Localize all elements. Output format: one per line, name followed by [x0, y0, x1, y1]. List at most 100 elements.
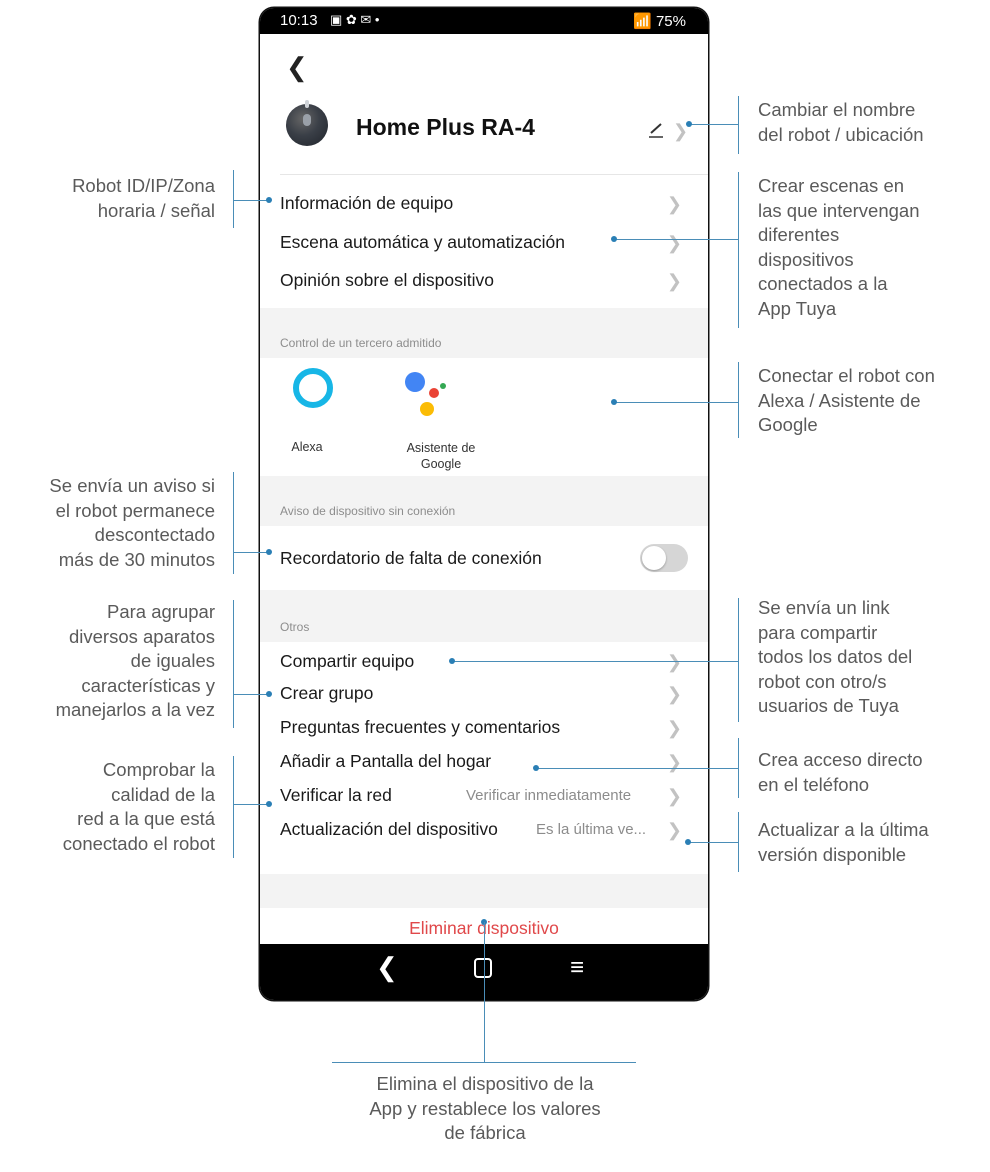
- callout-line: App Tuya: [758, 297, 837, 319]
- callout-line: App y restablece los valores: [369, 1097, 601, 1119]
- callout-delete: Elimina el dispositivo de la App y resta…: [310, 1072, 660, 1146]
- callout-line: descontectado: [94, 524, 215, 545]
- chevron-right-icon: ❯: [666, 718, 682, 738]
- callout-bracket: [738, 362, 739, 438]
- row-label: Recordatorio de falta de conexión: [280, 548, 542, 568]
- callout-leader: [536, 768, 738, 769]
- google-assistant-icon: [405, 372, 446, 416]
- row-label: Actualización del dispositivo: [280, 819, 498, 839]
- callout-line: Crea acceso directo: [758, 749, 923, 770]
- callout-bracket: [233, 756, 234, 858]
- callout-bracket: [738, 598, 739, 722]
- chevron-right-icon: ❯: [666, 684, 682, 704]
- callout-dot: [266, 197, 272, 203]
- callout-line: el robot permanece: [55, 499, 215, 521]
- callout-leader: [614, 239, 738, 240]
- alexa-tile[interactable]: Alexa: [260, 368, 370, 458]
- row-label: Preguntas frecuentes y comentarios: [280, 717, 561, 737]
- chevron-right-icon: ❯: [666, 786, 682, 806]
- nav-back-icon[interactable]: ❮: [376, 954, 398, 980]
- callout-line: Google: [758, 414, 818, 435]
- callout-line: manejarlos a la vez: [55, 699, 215, 720]
- edit-pencil-icon[interactable]: [648, 120, 664, 138]
- nav-recents-icon[interactable]: ≡: [570, 956, 584, 980]
- callout-dot: [266, 691, 272, 697]
- callout-dot: [266, 801, 272, 807]
- callout-leader: [688, 842, 738, 843]
- callout-dot: [611, 236, 617, 242]
- offline-section: Recordatorio de falta de conexión: [260, 526, 708, 590]
- status-bar: 10:13 ▣ ✿ ✉ • 📶 75%: [260, 8, 708, 34]
- nav-home-icon[interactable]: [474, 958, 492, 978]
- faq-row[interactable]: Preguntas frecuentes y comentarios ❯: [260, 708, 708, 746]
- callout-shortcut: Crea acceso directo en el teléfono: [758, 748, 923, 797]
- row-label: Escena automática y automatización: [280, 232, 566, 252]
- callout-bracket: [738, 172, 739, 328]
- callout-bracket: [233, 600, 234, 728]
- device-feedback-row[interactable]: Opinión sobre el dispositivo ❯: [260, 261, 708, 299]
- device-info-row[interactable]: Información de equipo ❯: [260, 184, 708, 222]
- callout-line: de iguales: [130, 650, 215, 671]
- toggle-knob: [642, 546, 666, 570]
- page-header: ❮ Home Plus RA-4 ❯: [260, 34, 708, 174]
- callout-leader: [484, 922, 485, 1062]
- callout-line: horaria / señal: [97, 199, 215, 221]
- row-label: Crear grupo: [280, 683, 374, 703]
- callout-line: conectado el robot: [62, 832, 215, 854]
- callout-dot: [266, 549, 272, 555]
- device-update-row[interactable]: Actualización del dispositivo Es la últi…: [260, 810, 708, 848]
- chevron-right-icon: ❯: [666, 194, 682, 214]
- callout-line: Actualizar a la última: [758, 819, 929, 840]
- status-time: 10:13: [280, 12, 318, 29]
- add-to-home-row[interactable]: Añadir a Pantalla del hogar ❯: [260, 742, 708, 780]
- callout-group: Para agrupar diversos aparatos de iguale…: [56, 600, 215, 723]
- callout-line: de fábrica: [444, 1122, 526, 1143]
- chevron-right-icon: ❯: [666, 233, 682, 253]
- callout-line: para compartir: [758, 621, 878, 643]
- callout-scenes: Crear escenas en las que intervengan dif…: [758, 174, 919, 321]
- third-party-section: Alexa Asistente de Google: [260, 358, 708, 476]
- google-assistant-label: Asistente de Google: [406, 441, 476, 471]
- row-label: Añadir a Pantalla del hogar: [280, 751, 492, 771]
- callout-bracket: [332, 1062, 636, 1063]
- callout-line: más de 30 minutos: [58, 548, 215, 570]
- callout-line: Robot ID/IP/Zona: [72, 175, 215, 196]
- callout-line: dispositivos: [758, 248, 854, 270]
- callout-leader: [233, 804, 269, 805]
- check-network-row[interactable]: Verificar la red Verificar inmediatament…: [260, 776, 708, 814]
- callout-line: Elimina el dispositivo de la: [376, 1073, 594, 1094]
- scene-automation-row[interactable]: Escena automática y automatización ❯: [260, 223, 708, 261]
- robot-avatar: [286, 100, 328, 146]
- callout-line: características y: [81, 674, 215, 696]
- callout-bracket: [233, 170, 234, 228]
- signal-battery: 📶 75%: [633, 13, 686, 30]
- chevron-right-icon: ❯: [666, 652, 682, 672]
- offline-caption: Aviso de dispositivo sin conexión: [280, 504, 456, 518]
- third-party-caption: Control de un tercero admitido: [280, 336, 442, 350]
- callout-dot: [533, 765, 539, 771]
- others-caption: Otros: [280, 620, 310, 634]
- callout-leader: [690, 124, 738, 125]
- callout-leader: [233, 200, 269, 201]
- callout-line: Alexa / Asistente de: [758, 389, 921, 411]
- google-assistant-tile[interactable]: Asistente de Google: [386, 368, 496, 471]
- offline-reminder-toggle[interactable]: [640, 544, 688, 572]
- callout-leader: [614, 402, 738, 403]
- row-value: Verificar inmediatamente: [466, 787, 632, 804]
- callout-leader: [452, 661, 738, 662]
- callout-line: Conectar el robot con: [758, 365, 935, 386]
- callout-line: todos los datos del: [758, 646, 913, 667]
- callout-line: diversos aparatos: [68, 625, 215, 647]
- row-label: Verificar la red: [280, 785, 392, 805]
- callout-line: diferentes: [758, 224, 840, 245]
- callout-line: red a la que está: [77, 808, 215, 829]
- back-icon[interactable]: ❮: [286, 54, 308, 80]
- create-group-row[interactable]: Crear grupo ❯: [260, 674, 708, 712]
- alexa-label: Alexa: [291, 440, 323, 454]
- callout-line: Cambiar el nombre: [758, 99, 916, 120]
- callout-offline: Se envía un aviso si el robot permanece …: [49, 474, 215, 572]
- row-value: Es la última ve...: [536, 821, 647, 838]
- callout-share: Se envía un link para compartir todos lo…: [758, 596, 912, 719]
- callout-bracket: [233, 472, 234, 574]
- callout-dot: [611, 399, 617, 405]
